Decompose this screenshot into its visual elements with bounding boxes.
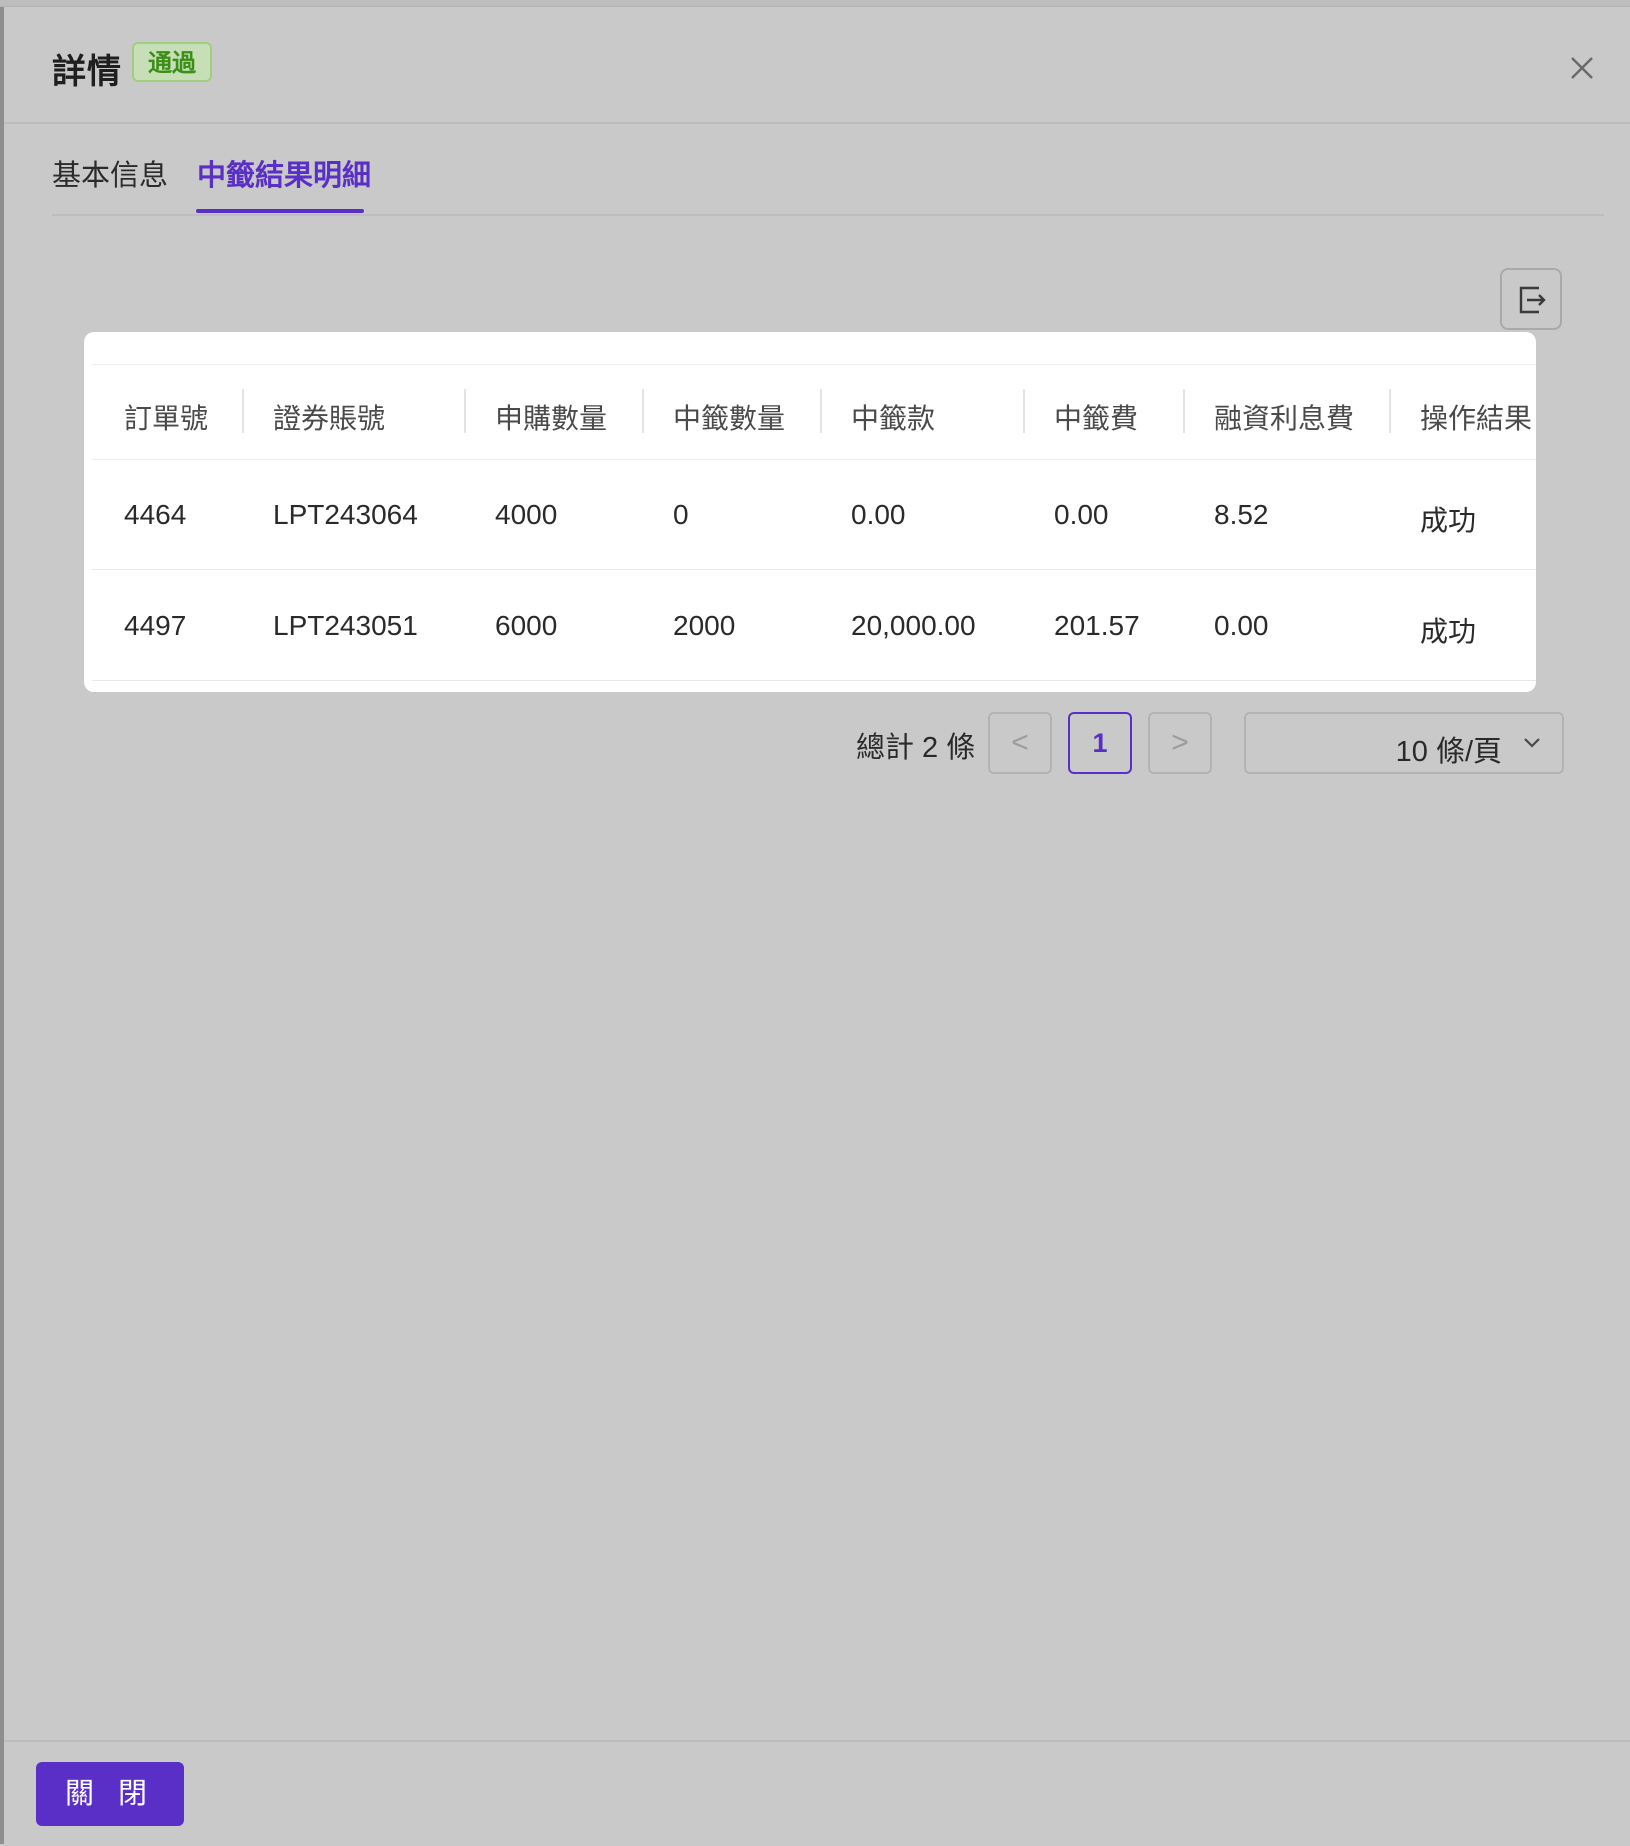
cell-order-no: 4497 (124, 610, 187, 641)
column-header-allotted-qty: 中籤數量 (673, 403, 786, 434)
result-table: 訂單號 證券賬號 申購數量 中籤數量 中籤款 中籤費 融資利息費 操作結果 44… (84, 332, 1536, 692)
column-separator (642, 389, 644, 433)
cell-securities-account: LPT243051 (273, 610, 418, 641)
cell-securities-account: LPT243064 (273, 499, 418, 530)
cell-subscription-qty: 6000 (495, 610, 558, 641)
column-header-securities-account: 證券賬號 (273, 403, 386, 434)
column-header-financing-interest: 融資利息費 (1214, 403, 1355, 434)
tab-bar: 基本信息 中籤結果明細 (52, 122, 1604, 216)
page-size-select[interactable]: 10 條/頁 (1244, 712, 1564, 774)
column-header-order-no: 訂單號 (124, 403, 209, 434)
cell-financing-interest: 8.52 (1214, 499, 1269, 530)
tab-active-indicator (196, 209, 364, 213)
close-button[interactable]: 關 閉 (36, 1762, 184, 1826)
page-edge (0, 0, 4, 1844)
cell-allotment-amount: 0.00 (851, 499, 906, 530)
export-icon (1519, 286, 1546, 314)
close-icon[interactable] (1562, 48, 1602, 88)
dialog-footer: 關 閉 (4, 1740, 1630, 1846)
pagination-total: 總計 2 條 (856, 732, 976, 764)
chevron-down-icon (1524, 738, 1540, 748)
column-header-operation-result: 操作結果 (1420, 403, 1533, 434)
cell-order-no: 4464 (124, 499, 187, 530)
tab-lottery-result-details[interactable]: 中籤結果明細 (197, 152, 371, 194)
cell-allotment-fee: 0.00 (1054, 499, 1109, 530)
page-1-button[interactable]: 1 (1068, 712, 1132, 774)
cell-subscription-qty: 4000 (495, 499, 558, 530)
page-size-value: 10 條/頁 (1395, 736, 1502, 768)
column-header-subscription-qty: 申購數量 (495, 403, 608, 434)
table-row: 4464 LPT243064 4000 0 0.00 0.00 8.52 成功 (92, 459, 1536, 570)
chevron-left-icon: < (1011, 726, 1029, 759)
column-separator (1389, 389, 1391, 433)
table-header: 訂單號 證券賬號 申購數量 中籤數量 中籤款 中籤費 融資利息費 操作結果 (92, 364, 1536, 460)
column-separator (820, 389, 822, 433)
tab-basic-info[interactable]: 基本信息 (52, 152, 168, 194)
table-row: 4497 LPT243051 6000 2000 20,000.00 201.5… (92, 570, 1536, 681)
dialog-title: 詳情 (52, 53, 122, 91)
status-badge: 通過 (132, 42, 212, 82)
cell-allotted-qty: 0 (673, 499, 689, 530)
dialog-header: 詳情 通過 (4, 6, 1630, 124)
cell-operation-result: 成功 (1420, 616, 1477, 647)
chevron-right-icon: > (1171, 726, 1189, 759)
cell-allotted-qty: 2000 (673, 610, 736, 641)
cell-allotment-fee: 201.57 (1054, 610, 1140, 641)
cell-allotment-amount: 20,000.00 (851, 610, 976, 641)
cell-operation-result: 成功 (1420, 505, 1477, 536)
column-header-allotment-fee: 中籤費 (1054, 403, 1139, 434)
column-separator (242, 389, 244, 433)
export-button[interactable] (1500, 268, 1562, 330)
column-separator (1023, 389, 1025, 433)
column-separator (464, 389, 466, 433)
prev-page-button[interactable]: < (988, 712, 1052, 774)
cell-financing-interest: 0.00 (1214, 610, 1269, 641)
column-separator (1183, 389, 1185, 433)
column-header-allotment-amount: 中籤款 (851, 403, 936, 434)
next-page-button[interactable]: > (1148, 712, 1212, 774)
